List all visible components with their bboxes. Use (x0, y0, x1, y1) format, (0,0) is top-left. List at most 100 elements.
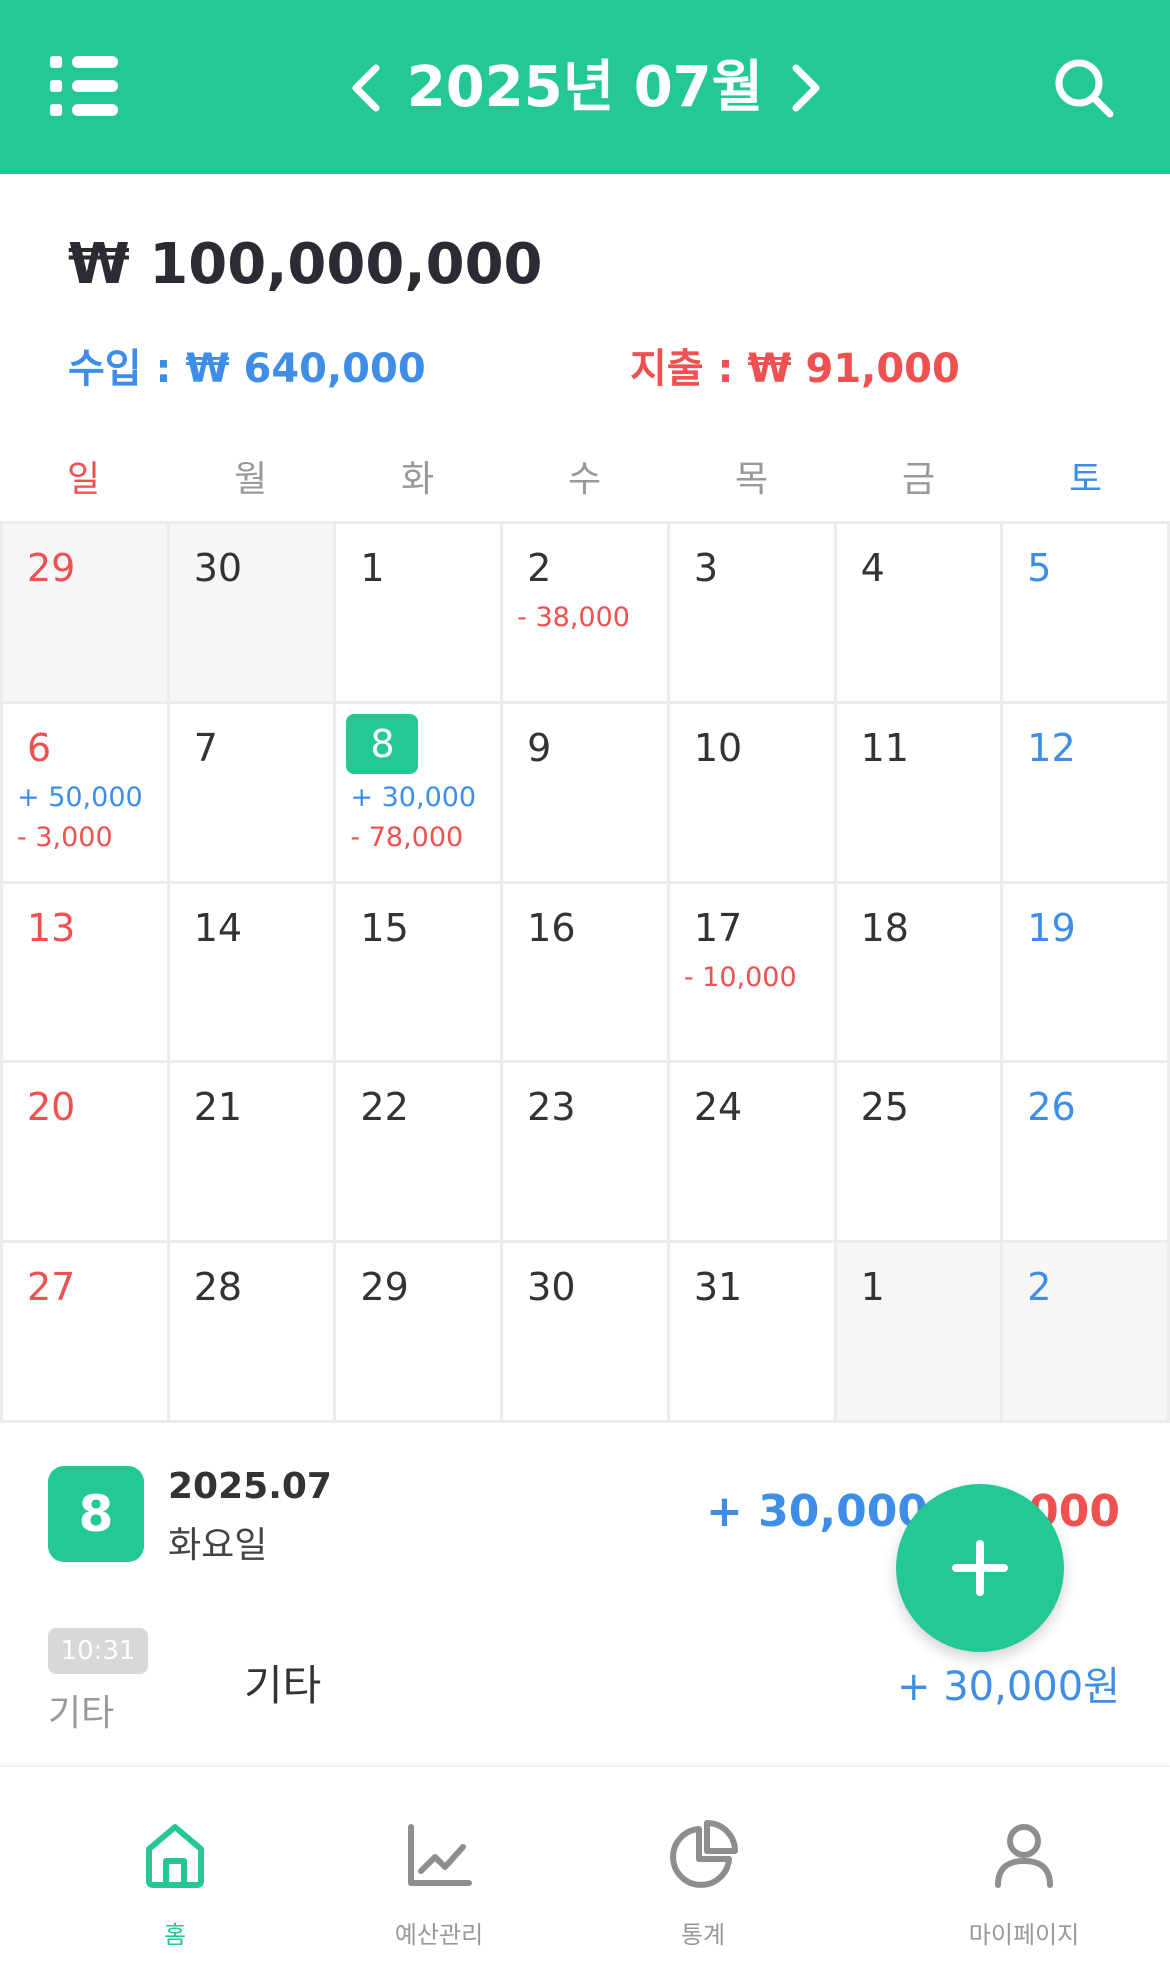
menu-icon[interactable] (48, 56, 122, 116)
calendar-day-cell[interactable]: 19 (1003, 883, 1170, 1064)
day-number: 19 (1027, 905, 1076, 950)
day-number: 30 (527, 1265, 576, 1310)
calendar-day-cell[interactable]: 16 (503, 883, 670, 1064)
transaction-amount: + 30,000원 (897, 1664, 1120, 1710)
monthly-income: 수입 : ₩ 640,000 (68, 346, 426, 392)
day-number: 11 (860, 725, 909, 770)
calendar-day-cell[interactable]: 7 (169, 703, 337, 884)
weekday-fri: 금 (901, 459, 936, 500)
day-number: 24 (693, 1085, 743, 1130)
calendar-day-cell[interactable]: 31 (669, 1243, 837, 1423)
prev-month-button[interactable] (340, 58, 396, 118)
calendar-day-cell[interactable]: 13 (3, 883, 170, 1064)
calendar-day-cell[interactable]: 6 + 50,000 - 3,000 (3, 703, 170, 884)
day-number: 22 (360, 1085, 409, 1130)
next-month-button[interactable] (776, 58, 832, 118)
calendar-day-cell[interactable]: 1 (336, 524, 504, 704)
calendar-day-cell[interactable]: 1 (836, 1243, 1004, 1423)
calendar-day-cell[interactable]: 2 (1003, 1243, 1170, 1423)
day-number: 23 (527, 1085, 576, 1130)
calendar-day-cell[interactable]: 28 (169, 1243, 337, 1423)
user-icon (995, 1824, 1053, 1888)
day-number: 1 (360, 546, 385, 590)
calendar-day-cell[interactable]: 26 (1003, 1063, 1170, 1244)
calendar-day-cell[interactable]: 22 (336, 1063, 504, 1244)
calendar-day-cell[interactable]: 27 (3, 1243, 170, 1423)
day-number: 29 (27, 546, 76, 590)
calendar-day-cell[interactable]: 29 (3, 524, 170, 704)
total-balance: ₩ 100,000,000 (68, 232, 543, 297)
nav-mypage[interactable]: 마이페이지 (878, 1767, 1170, 1986)
calendar-day-cell[interactable]: 18 (836, 883, 1004, 1064)
day-number: 28 (193, 1265, 243, 1310)
weekday-tue: 화 (400, 459, 435, 500)
weekday-wed: 수 (567, 459, 602, 500)
calendar-day-cell[interactable]: 11 (836, 703, 1004, 884)
day-number: 7 (193, 725, 218, 770)
transaction-time: 10:31 (48, 1628, 148, 1674)
calendar-day-cell[interactable]: 14 (169, 883, 337, 1064)
day-number: 21 (193, 1085, 243, 1130)
month-title[interactable]: 2025년 07월 (400, 52, 770, 124)
chevron-right-icon (792, 64, 820, 112)
nav-budget[interactable]: 예산관리 (350, 1767, 528, 1986)
day-income-amount: + 30,000 (350, 781, 477, 813)
calendar-day-cell[interactable]: 23 (503, 1063, 670, 1244)
add-transaction-button[interactable] (896, 1484, 1064, 1652)
monthly-expense: 지출 : ₩ 91,000 (630, 346, 960, 392)
calendar-day-cell[interactable]: 29 (336, 1243, 504, 1423)
calendar-day-cell[interactable]: 21 (169, 1063, 337, 1244)
day-number: 26 (1027, 1085, 1076, 1130)
app-header: 2025년 07월 (0, 0, 1170, 174)
day-number: 15 (360, 905, 409, 950)
transaction-category: 기타 (48, 1693, 115, 1734)
calendar-day-cell[interactable]: 12 (1003, 703, 1170, 884)
day-number: 31 (693, 1265, 743, 1310)
calendar-day-cell[interactable]: 9 (503, 703, 670, 884)
weekday-sat: 토 (1068, 459, 1103, 500)
nav-mypage-label: 마이페이지 (968, 1921, 1080, 1949)
nav-stats[interactable]: 통계 (528, 1767, 878, 1986)
calendar-day-cell[interactable]: 24 (669, 1063, 837, 1244)
search-button[interactable] (1052, 56, 1116, 120)
calendar-day-cell[interactable]: 10 (669, 703, 837, 884)
today-day-number: 8 (346, 713, 419, 774)
calendar-day-cell[interactable]: 15 (336, 883, 504, 1064)
day-income-amount: + 50,000 (17, 781, 143, 813)
day-number: 2 (1027, 1265, 1052, 1310)
calendar-day-cell[interactable]: 30 (169, 524, 337, 704)
line-chart-icon (408, 1824, 472, 1886)
day-number: 27 (27, 1265, 76, 1310)
day-number: 16 (527, 905, 576, 950)
calendar-grid: 29 30 1 2- 38,000 3 4 5 6 + 50,000- 3,000 7 8 + 30,… (0, 521, 1170, 1423)
day-number: 29 (360, 1265, 409, 1310)
calendar-day-cell[interactable]: 25 (836, 1063, 1004, 1244)
day-number: 20 (27, 1085, 76, 1130)
bottom-nav: 홈 예산관리 통계 마이페이지 (0, 1766, 1170, 1986)
nav-home-label: 홈 (163, 1921, 187, 1949)
calendar-day-cell[interactable]: 2 - 38,000 (503, 524, 670, 704)
weekday-sun: 일 (66, 459, 101, 500)
day-expense-amount: - 78,000 (350, 821, 464, 853)
day-number: 12 (1027, 725, 1076, 770)
calendar-day-cell[interactable]: 17 - 10,000 (669, 883, 837, 1064)
day-expense-amount: - 3,000 (17, 821, 113, 853)
selected-day-date: 2025.07 (168, 1466, 332, 1507)
calendar-day-cell[interactable]: 4 (836, 524, 1004, 704)
day-number: 3 (693, 546, 719, 590)
calendar-day-cell[interactable]: 5 (1003, 524, 1170, 704)
calendar-day-cell[interactable]: 20 (3, 1063, 170, 1244)
nav-budget-label: 예산관리 (394, 1921, 484, 1949)
day-number: 30 (193, 546, 243, 590)
day-number: 13 (27, 905, 76, 950)
nav-home[interactable]: 홈 (0, 1767, 350, 1986)
day-number: 1 (860, 1265, 885, 1310)
calendar-day-cell[interactable]: 3 (669, 524, 837, 704)
home-icon (146, 1824, 204, 1888)
calendar-day-cell[interactable]: 30 (503, 1243, 670, 1423)
day-number: 4 (860, 546, 885, 590)
selected-day-weekday: 화요일 (168, 1525, 268, 1566)
calendar-day-cell[interactable]: 8 + 30,000 - 78,000 (336, 703, 504, 884)
selected-day-income: + 30,000 (706, 1486, 928, 1537)
day-expense-amount: - 38,000 (517, 602, 630, 633)
